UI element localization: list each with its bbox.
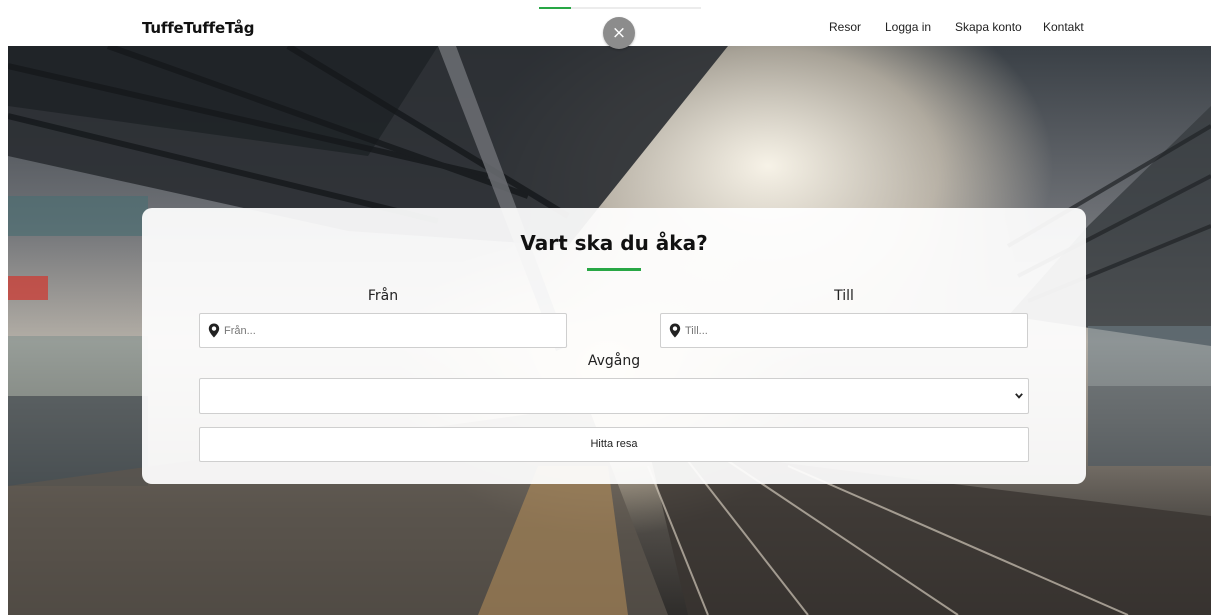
find-trip-button[interactable]: Hitta resa xyxy=(199,427,1029,462)
nav-item-kontakt[interactable]: Kontakt xyxy=(1043,20,1084,34)
page-progress-fill xyxy=(539,7,572,9)
nav-item-resor[interactable]: Resor xyxy=(829,20,861,34)
nav-item-logga-in[interactable]: Logga in xyxy=(885,20,931,34)
chevron-down-icon xyxy=(1015,393,1023,399)
close-button[interactable]: × xyxy=(603,17,635,49)
search-title: Vart ska du åka? xyxy=(520,231,708,255)
page-progress-bar xyxy=(539,7,701,9)
map-marker-icon xyxy=(669,323,681,338)
from-input[interactable] xyxy=(224,320,560,342)
close-icon: × xyxy=(611,23,627,43)
nav-item-skapa-konto[interactable]: Skapa konto xyxy=(955,20,1022,34)
from-field xyxy=(199,313,567,348)
title-underline xyxy=(587,268,641,271)
departure-label: Avgång xyxy=(587,353,641,369)
from-label: Från xyxy=(367,288,399,304)
trip-search-card: Vart ska du åka? Från Till Avgång Hitta … xyxy=(142,208,1086,484)
to-label: Till xyxy=(834,288,854,304)
departure-select[interactable] xyxy=(199,378,1029,414)
map-marker-icon xyxy=(208,323,220,338)
to-input[interactable] xyxy=(685,320,1021,342)
to-field xyxy=(660,313,1028,348)
